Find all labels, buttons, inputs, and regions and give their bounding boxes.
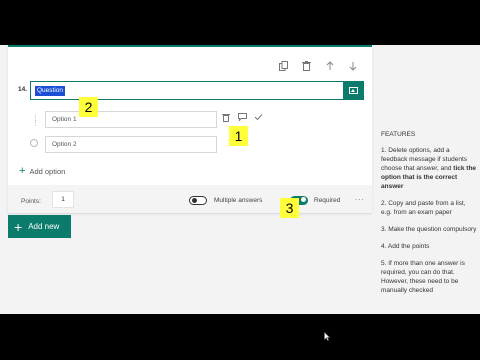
multiple-answers-label: Multiple answers [214, 197, 263, 204]
points-label: Points: [21, 198, 41, 205]
insert-media-button[interactable] [343, 81, 364, 100]
question-title-input[interactable]: Question [30, 81, 346, 100]
drag-handle-icon[interactable]: ⋮ ⋮ [32, 115, 39, 127]
feature-item-5: 5. If more than one answer is required, … [381, 260, 465, 294]
question-title-text: Question [35, 86, 66, 96]
add-option-label: Add option [29, 166, 66, 176]
annotation-badge-2: 2 [79, 97, 98, 117]
feature-item-1: 1. Delete options, add a feedback messag… [381, 147, 477, 190]
option-actions [220, 113, 264, 124]
features-heading: FEATURES [381, 131, 416, 138]
annotation-badge-3: 3 [280, 198, 299, 218]
mouse-cursor-icon [324, 331, 331, 343]
delete-option-icon[interactable] [220, 113, 232, 124]
multiple-answers-toggle[interactable] [189, 196, 207, 205]
question-toolbar [272, 59, 364, 73]
copy-icon[interactable] [272, 59, 295, 73]
option-2-input[interactable]: Option 2 [45, 136, 217, 153]
add-new-button[interactable]: + Add new [8, 215, 71, 238]
plus-icon: + [19, 165, 26, 177]
annotation-badge-1: 1 [229, 126, 248, 146]
correct-answer-check-icon[interactable] [252, 113, 264, 124]
points-input[interactable]: 1 [52, 191, 74, 208]
plus-icon: + [14, 218, 23, 235]
more-options-icon[interactable]: ... [355, 193, 365, 202]
question-number: 14. [18, 86, 28, 93]
screen: 14. Question ⋮ ⋮ Option 1 Option 2 + Add … [0, 45, 480, 341]
required-label: Required [314, 197, 341, 204]
add-option-button[interactable]: + Add option [19, 165, 65, 177]
feedback-icon[interactable] [236, 113, 248, 124]
option-2-radio[interactable] [30, 139, 38, 147]
add-new-label: Add new [28, 222, 60, 231]
feature-item-3: 3. Make the question compulsory [381, 226, 477, 233]
option-1-input[interactable]: Option 1 [45, 111, 217, 128]
move-up-icon[interactable] [318, 59, 341, 73]
image-icon [349, 87, 358, 94]
feature-item-4: 4. Add the points [381, 243, 430, 250]
feature-item-2: 2. Copy and paste from a list, e.g. from… [381, 200, 466, 216]
features-panel: FEATURES 1. Delete options, add a feedba… [381, 130, 477, 303]
move-down-icon[interactable] [341, 59, 364, 73]
delete-icon[interactable] [295, 59, 318, 73]
